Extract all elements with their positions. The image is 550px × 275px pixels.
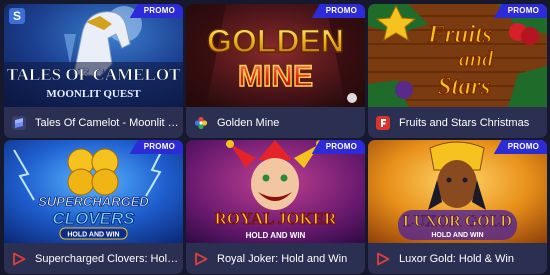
- game-thumbnail[interactable]: Fruits and Stars: [368, 4, 547, 107]
- art-title-line1: GOLDEN: [207, 23, 344, 59]
- game-card-royal-joker[interactable]: ROYAL JOKER HOLD AND WIN PROMO Royal Jok…: [186, 140, 365, 274]
- game-title[interactable]: Fruits and Stars Christmas: [399, 117, 529, 129]
- art-title-line2: and: [459, 46, 494, 71]
- game-card-footer: Luxor Gold: Hold & Win: [368, 243, 547, 274]
- promo-badge: PROMO: [129, 4, 183, 18]
- provider-flower-icon: [194, 116, 208, 130]
- promo-badge: PROMO: [493, 140, 547, 154]
- game-card-luxor-gold[interactable]: LUXOR GOLD HOLD AND WIN PROMO Luxor Gold…: [368, 140, 547, 274]
- promo-badge: PROMO: [129, 140, 183, 154]
- art-title-line2: HOLD AND WIN: [246, 231, 306, 240]
- game-thumbnail[interactable]: GOLDEN MINE: [186, 4, 365, 107]
- game-grid: TALES OF CAMELOT MOONLIT QUEST S PROMO T…: [0, 0, 550, 275]
- game-card-supercharged-clovers[interactable]: SUPERCHARGED CLOVERS HOLD AND WIN PROMO …: [4, 140, 183, 274]
- art-title-line2: HOLD AND WIN: [431, 232, 483, 239]
- provider-play-icon: [12, 252, 26, 266]
- game-card-footer: Tales Of Camelot - Moonlit Q...: [4, 107, 183, 138]
- art-title-line1: LUXOR GOLD: [403, 213, 512, 230]
- game-card-footer: Fruits and Stars Christmas: [368, 107, 547, 138]
- game-card-golden-mine[interactable]: GOLDEN MINE PROMO Golden Mine: [186, 4, 365, 138]
- art-title-line2: MOONLIT QUEST: [46, 88, 141, 100]
- art-title-line1: TALES OF CAMELOT: [7, 65, 181, 84]
- art-title-line1: Fruits: [427, 21, 492, 48]
- game-title[interactable]: Supercharged Clovers: Hold ...: [35, 253, 183, 265]
- game-thumbnail[interactable]: LUXOR GOLD HOLD AND WIN: [368, 140, 547, 243]
- provider-play-icon: [376, 252, 390, 266]
- game-card-tales-of-camelot[interactable]: TALES OF CAMELOT MOONLIT QUEST S PROMO T…: [4, 4, 183, 138]
- game-title[interactable]: Golden Mine: [217, 117, 279, 129]
- art-title-line1: SUPERCHARGED: [38, 194, 149, 209]
- provider-play-icon: [194, 252, 208, 266]
- game-title[interactable]: Tales Of Camelot - Moonlit Q...: [35, 117, 183, 129]
- game-thumbnail[interactable]: ROYAL JOKER HOLD AND WIN: [186, 140, 365, 243]
- game-card-footer: Royal Joker: Hold and Win: [186, 243, 365, 274]
- game-thumbnail[interactable]: SUPERCHARGED CLOVERS HOLD AND WIN: [4, 140, 183, 243]
- game-title[interactable]: Royal Joker: Hold and Win: [217, 253, 347, 265]
- art-title-line2: CLOVERS: [52, 209, 135, 228]
- game-thumbnail[interactable]: TALES OF CAMELOT MOONLIT QUEST S: [4, 4, 183, 107]
- provider-s-icon: [12, 115, 26, 130]
- game-card-fruits-and-stars-christmas[interactable]: Fruits and Stars PROMO Fruits and Stars …: [368, 4, 547, 138]
- svg-text:S: S: [13, 9, 21, 23]
- game-card-footer: Golden Mine: [186, 107, 365, 138]
- art-title-line1: ROYAL JOKER: [215, 209, 337, 228]
- art-title-line2: MINE: [238, 60, 313, 93]
- game-card-footer: Supercharged Clovers: Hold ...: [4, 243, 183, 274]
- promo-badge: PROMO: [311, 140, 365, 154]
- game-title[interactable]: Luxor Gold: Hold & Win: [399, 253, 514, 265]
- provider-f-icon: [376, 115, 390, 130]
- art-title-line3: HOLD AND WIN: [67, 232, 119, 239]
- art-title-line3: Stars: [438, 73, 491, 100]
- promo-badge: PROMO: [493, 4, 547, 18]
- promo-badge: PROMO: [311, 4, 365, 18]
